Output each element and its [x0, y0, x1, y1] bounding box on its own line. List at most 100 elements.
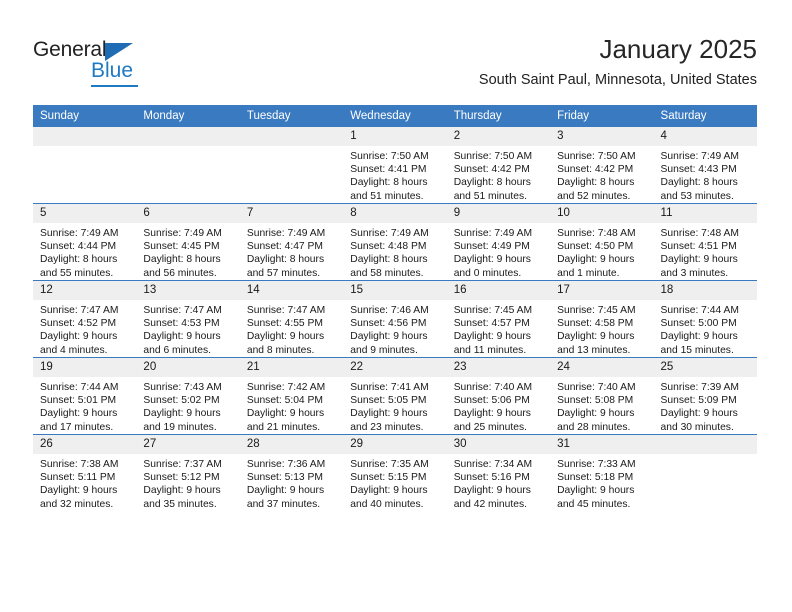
calendar-day-cell[interactable]: 18 Sunrise: 7:44 AM Sunset: 5:00 PM Dayligh… [653, 280, 757, 358]
sunset-text: Sunset: 4:50 PM [557, 241, 634, 253]
calendar-day-cell[interactable]: 21 Sunrise: 7:42 AM Sunset: 5:04 PM Dayligh… [239, 357, 344, 435]
day-cell-inner: 26 Sunrise: 7:38 AM Sunset: 5:11 PM Dayligh… [33, 435, 137, 511]
day-details: Sunrise: 7:49 AM Sunset: 4:44 PM Daylight:… [33, 223, 136, 280]
calendar-day-cell[interactable]: 14 Sunrise: 7:47 AM Sunset: 4:55 PM Dayligh… [239, 280, 344, 358]
day-cell-inner: 3 Sunrise: 7:50 AM Sunset: 4:42 PM Daylight… [550, 127, 654, 203]
day-details: Sunrise: 7:43 AM Sunset: 5:02 PM Daylight:… [136, 377, 239, 434]
sunrise-text: Sunrise: 7:43 AM [143, 382, 222, 393]
sunset-text: Sunset: 5:12 PM [143, 472, 220, 484]
sunrise-text: Sunrise: 7:40 AM [557, 382, 636, 393]
sunrise-text: Sunrise: 7:49 AM [143, 228, 222, 239]
calendar-day-cell[interactable]: 15 Sunrise: 7:46 AM Sunset: 4:56 PM Dayligh… [343, 280, 447, 358]
day-number: 3 [550, 127, 654, 146]
calendar-day-cell[interactable]: 9 Sunrise: 7:49 AM Sunset: 4:49 PM Daylight… [446, 203, 551, 281]
calendar-day-cell[interactable]: 27 Sunrise: 7:37 AM Sunset: 5:12 PM Dayligh… [136, 434, 240, 511]
calendar-day-cell[interactable]: 8 Sunrise: 7:49 AM Sunset: 4:48 PM Daylight… [343, 203, 447, 281]
day-details: Sunrise: 7:50 AM Sunset: 4:41 PM Daylight:… [343, 146, 446, 203]
daylight-2-text: and 30 minutes. [660, 421, 734, 433]
daylight-2-text: and 6 minutes. [143, 344, 211, 356]
page-header: General Blue January 2025 South Saint Pa… [33, 33, 757, 101]
sunrise-text: Sunrise: 7:41 AM [350, 382, 429, 393]
calendar-day-cell[interactable]: 20 Sunrise: 7:43 AM Sunset: 5:02 PM Dayligh… [136, 357, 240, 435]
day-number: 19 [33, 358, 137, 377]
daylight-2-text: and 21 minutes. [246, 421, 321, 433]
day-number: 13 [136, 281, 240, 300]
weekday-header-monday: Monday [136, 105, 240, 127]
daylight-2-text: and 57 minutes. [246, 267, 321, 279]
sunset-text: Sunset: 5:06 PM [453, 395, 530, 407]
calendar-day-cell[interactable]: 6 Sunrise: 7:49 AM Sunset: 4:45 PM Daylight… [136, 203, 240, 281]
daylight-2-text: and 32 minutes. [40, 498, 114, 510]
day-cell-inner: 31 Sunrise: 7:33 AM Sunset: 5:18 PM Dayligh… [550, 435, 654, 511]
sunrise-text: Sunrise: 7:35 AM [350, 459, 429, 470]
sunset-text: Sunset: 4:53 PM [143, 318, 220, 330]
calendar-day-cell-empty [239, 127, 344, 204]
calendar-day-cell[interactable]: 17 Sunrise: 7:45 AM Sunset: 4:58 PM Dayligh… [550, 280, 654, 358]
calendar-day-cell[interactable]: 31 Sunrise: 7:33 AM Sunset: 5:18 PM Dayligh… [550, 434, 654, 511]
daylight-2-text: and 9 minutes. [350, 344, 418, 356]
calendar-day-cell[interactable]: 4 Sunrise: 7:49 AM Sunset: 4:43 PM Daylight… [653, 127, 757, 204]
daylight-1-text: Daylight: 9 hours [143, 485, 221, 497]
calendar-day-cell[interactable]: 2 Sunrise: 7:50 AM Sunset: 4:42 PM Daylight… [446, 127, 551, 204]
day-number: 25 [653, 358, 757, 377]
day-details: Sunrise: 7:45 AM Sunset: 4:57 PM Daylight:… [447, 300, 550, 357]
day-number: 8 [343, 204, 447, 223]
day-number: 14 [239, 281, 344, 300]
calendar-day-cell[interactable]: 10 Sunrise: 7:48 AM Sunset: 4:50 PM Dayligh… [550, 203, 654, 281]
day-cell-inner: 19 Sunrise: 7:44 AM Sunset: 5:01 PM Dayligh… [33, 358, 137, 434]
calendar-day-cell[interactable]: 7 Sunrise: 7:49 AM Sunset: 4:47 PM Daylight… [239, 203, 344, 281]
sunset-text: Sunset: 4:43 PM [660, 164, 737, 176]
day-cell-inner: 13 Sunrise: 7:47 AM Sunset: 4:53 PM Dayligh… [136, 281, 240, 357]
sunset-text: Sunset: 5:18 PM [557, 472, 634, 484]
calendar-day-cell[interactable]: 5 Sunrise: 7:49 AM Sunset: 4:44 PM Daylight… [33, 203, 137, 281]
calendar-day-cell[interactable]: 28 Sunrise: 7:36 AM Sunset: 5:13 PM Dayligh… [239, 434, 344, 511]
sunrise-text: Sunrise: 7:40 AM [453, 382, 533, 393]
day-number: 4 [653, 127, 757, 146]
daylight-1-text: Daylight: 9 hours [40, 408, 118, 420]
day-cell-inner: 14 Sunrise: 7:47 AM Sunset: 4:55 PM Dayligh… [239, 281, 344, 357]
day-cell-inner: 15 Sunrise: 7:46 AM Sunset: 4:56 PM Dayligh… [343, 281, 447, 357]
calendar-day-cell[interactable]: 3 Sunrise: 7:50 AM Sunset: 4:42 PM Daylight… [550, 127, 654, 204]
calendar-day-cell[interactable]: 23 Sunrise: 7:40 AM Sunset: 5:06 PM Dayligh… [446, 357, 551, 435]
daylight-1-text: Daylight: 9 hours [143, 331, 221, 343]
calendar-day-cell[interactable]: 22 Sunrise: 7:41 AM Sunset: 5:05 PM Dayligh… [343, 357, 447, 435]
day-details: Sunrise: 7:41 AM Sunset: 5:05 PM Daylight:… [343, 377, 446, 434]
calendar-day-cell[interactable]: 19 Sunrise: 7:44 AM Sunset: 5:01 PM Dayligh… [33, 357, 137, 435]
sunset-text: Sunset: 5:02 PM [143, 395, 220, 407]
calendar-body: 1 Sunrise: 7:50 AM Sunset: 4:41 PM Daylight… [33, 127, 757, 511]
day-number: 20 [136, 358, 240, 377]
calendar-week-row: 26 Sunrise: 7:38 AM Sunset: 5:11 PM Dayligh… [33, 434, 757, 511]
day-number [239, 127, 344, 146]
calendar-day-cell[interactable]: 11 Sunrise: 7:48 AM Sunset: 4:51 PM Dayligh… [653, 203, 757, 281]
day-details: Sunrise: 7:35 AM Sunset: 5:15 PM Daylight:… [343, 454, 446, 511]
calendar-day-cell[interactable]: 26 Sunrise: 7:38 AM Sunset: 5:11 PM Dayligh… [33, 434, 137, 511]
day-cell-inner: 17 Sunrise: 7:45 AM Sunset: 4:58 PM Dayligh… [550, 281, 654, 357]
logo-underline [91, 85, 138, 87]
calendar-day-cell[interactable]: 1 Sunrise: 7:50 AM Sunset: 4:41 PM Daylight… [343, 127, 447, 204]
weekday-header-thursday: Thursday [446, 105, 551, 127]
calendar-day-cell[interactable]: 24 Sunrise: 7:40 AM Sunset: 5:08 PM Dayligh… [550, 357, 654, 435]
daylight-2-text: and 35 minutes. [143, 498, 217, 510]
calendar-day-cell[interactable]: 30 Sunrise: 7:34 AM Sunset: 5:16 PM Dayligh… [446, 434, 551, 511]
calendar-day-cell[interactable]: 13 Sunrise: 7:47 AM Sunset: 4:53 PM Dayligh… [136, 280, 240, 358]
daylight-1-text: Daylight: 9 hours [453, 331, 531, 343]
day-number: 11 [653, 204, 757, 223]
sunrise-text: Sunrise: 7:48 AM [660, 228, 739, 239]
daylight-1-text: Daylight: 9 hours [350, 331, 428, 343]
calendar-day-cell[interactable]: 29 Sunrise: 7:35 AM Sunset: 5:15 PM Dayligh… [343, 434, 447, 511]
calendar-day-cell[interactable]: 12 Sunrise: 7:47 AM Sunset: 4:52 PM Dayligh… [33, 280, 137, 358]
day-number: 1 [343, 127, 447, 146]
daylight-1-text: Daylight: 8 hours [557, 177, 635, 189]
weekday-header-sunday: Sunday [33, 105, 137, 127]
daylight-2-text: and 1 minute. [557, 267, 620, 279]
day-number: 22 [343, 358, 447, 377]
calendar-day-cell[interactable]: 25 Sunrise: 7:39 AM Sunset: 5:09 PM Dayligh… [653, 357, 757, 435]
sunset-text: Sunset: 4:52 PM [40, 318, 117, 330]
daylight-2-text: and 42 minutes. [453, 498, 527, 510]
daylight-1-text: Daylight: 9 hours [557, 331, 635, 343]
sunset-text: Sunset: 4:44 PM [40, 241, 117, 253]
calendar-day-cell[interactable]: 16 Sunrise: 7:45 AM Sunset: 4:57 PM Dayligh… [446, 280, 551, 358]
day-cell-inner: 12 Sunrise: 7:47 AM Sunset: 4:52 PM Dayligh… [33, 281, 137, 357]
sunset-text: Sunset: 5:08 PM [557, 395, 634, 407]
daylight-2-text: and 40 minutes. [350, 498, 424, 510]
